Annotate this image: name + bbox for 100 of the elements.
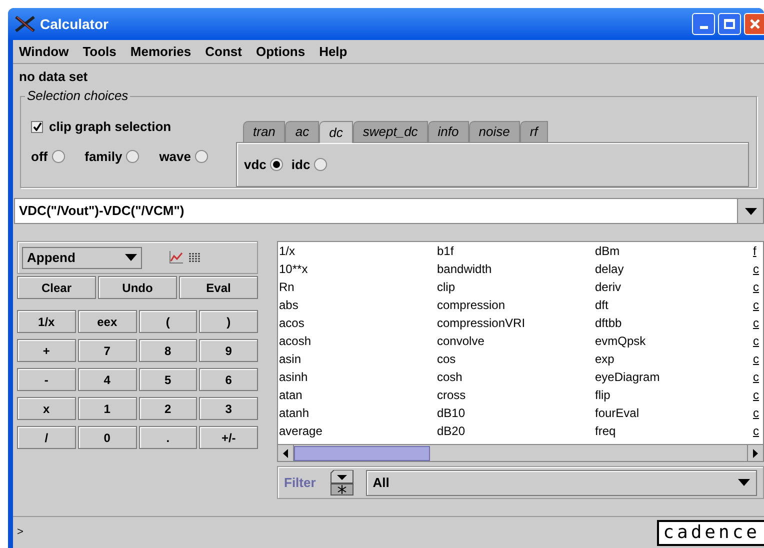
function-item[interactable]: dftbb [595, 314, 753, 332]
function-item[interactable]: eyeDiagram [595, 368, 753, 386]
keypad-button[interactable]: / [17, 426, 76, 449]
minimize-button[interactable] [692, 13, 715, 35]
keypad-button[interactable]: 5 [138, 368, 198, 391]
function-item[interactable]: c [753, 404, 763, 422]
keypad-button[interactable]: 3 [199, 397, 258, 420]
keypad-button[interactable]: +/- [199, 426, 258, 449]
tab[interactable]: rf [520, 121, 548, 142]
function-item[interactable]: f [753, 242, 763, 260]
left-arrow-icon[interactable] [283, 448, 288, 458]
function-item[interactable]: c [753, 314, 763, 332]
filter-dropdown[interactable]: All [366, 470, 757, 496]
radio-label: off [31, 148, 48, 166]
function-item[interactable]: asinh [279, 368, 437, 386]
function-item[interactable]: c [753, 332, 763, 350]
function-item[interactable]: c [753, 386, 763, 404]
tab[interactable]: info [428, 121, 469, 142]
function-item[interactable]: flip [595, 386, 753, 404]
function-item[interactable]: cos [437, 350, 595, 368]
keypad-button[interactable]: ) [199, 310, 258, 333]
function-item[interactable]: freq [595, 422, 753, 440]
keypad-button[interactable]: 6 [199, 368, 258, 391]
function-item[interactable]: acos [279, 314, 437, 332]
radio-button[interactable] [126, 150, 140, 163]
function-item[interactable]: c [753, 368, 763, 386]
function-item[interactable]: exp [595, 350, 753, 368]
keypad-button[interactable]: x [17, 397, 76, 420]
function-item[interactable]: fourEval [595, 404, 753, 422]
radio-button[interactable] [314, 158, 328, 171]
function-item[interactable]: 1/x [279, 242, 437, 260]
keypad-button[interactable]: 0 [78, 426, 136, 449]
menu-item[interactable]: Const [205, 42, 242, 62]
keypad-button[interactable]: + [17, 339, 76, 362]
menu-item[interactable]: Tools [82, 42, 116, 62]
function-item[interactable]: bandwidth [437, 260, 595, 278]
function-item[interactable]: deriv [595, 278, 753, 296]
radio-button[interactable] [195, 150, 208, 163]
tab[interactable]: noise [468, 121, 520, 142]
function-item[interactable]: atan [279, 386, 437, 404]
radio-button[interactable] [270, 158, 284, 171]
tab[interactable]: ac [285, 121, 320, 142]
graph-icon[interactable] [169, 251, 183, 264]
function-item[interactable]: c [753, 278, 763, 296]
keypad-button[interactable]: Eval [179, 276, 258, 299]
tab[interactable]: dc [319, 121, 353, 143]
function-item[interactable]: dft [595, 296, 753, 314]
keypad-button[interactable]: Undo [98, 276, 177, 299]
menu-item[interactable]: Help [319, 42, 348, 62]
mode-dropdown[interactable]: Append [22, 246, 142, 268]
keypad-button[interactable]: 1/x [17, 310, 76, 333]
checkbox[interactable] [31, 120, 43, 133]
keypad-button[interactable]: 1 [78, 397, 136, 420]
expression-field[interactable]: VDC("/Vout")-VDC("/VCM") [14, 198, 764, 224]
function-item[interactable]: asin [279, 350, 437, 368]
function-item[interactable]: dBm [595, 242, 753, 260]
function-item[interactable]: acosh [279, 332, 437, 350]
horizontal-scrollbar[interactable] [278, 444, 763, 461]
keypad-button[interactable]: 7 [78, 339, 136, 362]
function-item[interactable]: atanh [279, 404, 437, 422]
keypad-button[interactable]: . [138, 426, 198, 449]
menu-item[interactable]: Window [19, 42, 69, 62]
menu-item[interactable]: Memories [130, 42, 192, 62]
filter-toggle-icon[interactable] [330, 470, 354, 496]
function-item[interactable]: abs [279, 296, 437, 314]
keypad-button[interactable]: Clear [17, 276, 96, 299]
tab[interactable]: swept_dc [352, 121, 428, 142]
keypad-button[interactable]: 8 [138, 339, 198, 362]
maximize-button[interactable] [718, 13, 741, 35]
right-arrow-icon[interactable] [753, 448, 758, 458]
function-item[interactable]: cosh [437, 368, 595, 386]
keypad-button[interactable]: 2 [138, 397, 198, 420]
function-item[interactable]: evmQpsk [595, 332, 753, 350]
function-item[interactable]: c [753, 422, 763, 440]
keypad-button[interactable]: 4 [78, 368, 136, 391]
function-item[interactable]: c [753, 260, 763, 278]
radio-button[interactable] [52, 150, 65, 163]
function-item[interactable]: c [753, 296, 763, 314]
keypad-button[interactable]: ( [138, 310, 198, 333]
function-item[interactable]: convolve [437, 332, 595, 350]
keypad-button[interactable]: - [17, 368, 76, 391]
function-item[interactable]: dB20 [437, 422, 595, 440]
keypad-button[interactable]: 9 [199, 339, 258, 362]
close-button[interactable] [744, 13, 764, 35]
window-title: Calculator [40, 14, 108, 34]
keypad-button[interactable]: eex [78, 310, 136, 333]
function-item[interactable]: dB10 [437, 404, 595, 422]
tab[interactable]: tran [243, 121, 286, 142]
menu-item[interactable]: Options [256, 42, 306, 62]
function-item[interactable]: c [753, 350, 763, 368]
function-item[interactable]: compressionVRI [437, 314, 595, 332]
function-item[interactable]: clip [437, 278, 595, 296]
table-icon[interactable] [189, 252, 200, 263]
function-item[interactable]: delay [595, 260, 753, 278]
function-item[interactable]: b1f [437, 242, 595, 260]
function-item[interactable]: 10**x [279, 260, 437, 278]
function-item[interactable]: cross [437, 386, 595, 404]
function-item[interactable]: average [279, 422, 437, 440]
function-item[interactable]: compression [437, 296, 595, 314]
function-item[interactable]: Rn [279, 278, 437, 296]
